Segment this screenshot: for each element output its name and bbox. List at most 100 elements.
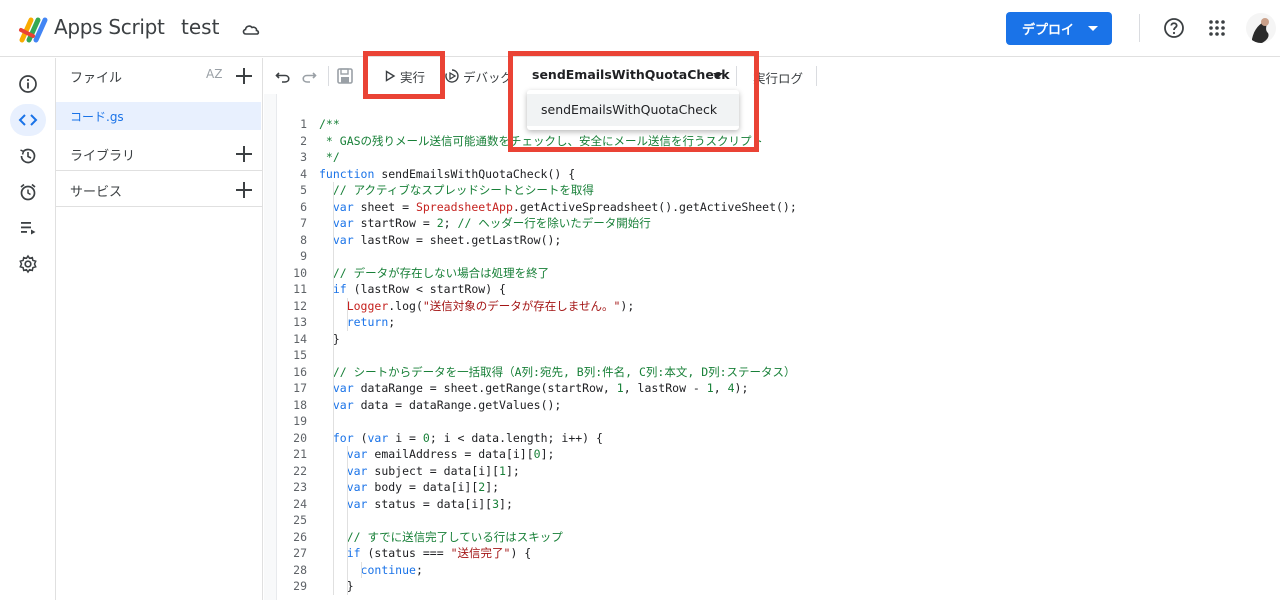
code-line[interactable]: */: [319, 149, 340, 166]
code-line[interactable]: var subject = data[i][1];: [319, 463, 520, 480]
add-service-icon[interactable]: [233, 179, 255, 201]
add-library-icon[interactable]: [233, 143, 255, 165]
line-number: 15: [293, 348, 307, 362]
line-number: 25: [293, 513, 307, 527]
line-number: 9: [300, 249, 307, 263]
function-dropdown-menu: sendEmailsWithQuotaCheck: [527, 90, 739, 130]
line-number: 16: [293, 364, 307, 379]
section-services[interactable]: サービス: [56, 173, 263, 207]
sort-az-icon[interactable]: AZ: [206, 67, 222, 81]
function-selector[interactable]: sendEmailsWithQuotaCheck: [532, 67, 730, 82]
line-number: 6: [300, 199, 307, 214]
list-play-icon: [21, 222, 36, 235]
add-file-icon[interactable]: [233, 65, 255, 87]
line-number: 26: [293, 529, 307, 544]
line-number: 18: [293, 397, 307, 412]
avatar[interactable]: [1246, 13, 1276, 43]
code-line[interactable]: var emailAddress = data[i][0];: [319, 446, 555, 463]
save-icon[interactable]: [336, 67, 354, 85]
line-number: 21: [293, 447, 307, 461]
toolbar-divider: [816, 66, 817, 86]
line-number: 23: [293, 480, 307, 494]
rail-editor[interactable]: [10, 104, 46, 136]
gear-icon: [19, 254, 37, 274]
rail-settings[interactable]: [10, 248, 46, 280]
line-number: 13: [293, 315, 307, 329]
code-line[interactable]: /**: [319, 116, 340, 133]
divider: [1139, 14, 1140, 42]
chevron-down-icon[interactable]: [713, 73, 723, 78]
debug-button[interactable]: デバッグ: [444, 66, 513, 86]
code-icon: [18, 114, 38, 126]
code-line[interactable]: var sheet = SpreadsheetApp.getActiveSpre…: [319, 199, 797, 216]
code-line[interactable]: }: [319, 331, 340, 348]
debug-label: デバッグ: [463, 69, 514, 85]
rail-versions[interactable]: [10, 140, 46, 172]
line-number: 7: [300, 216, 307, 230]
code-area[interactable]: 1 /** 2 * GASの残りメール送信可能通数をチェックし、安全にメール送信を行…: [276, 94, 1280, 600]
debug-icon: [445, 69, 459, 83]
code-line[interactable]: }: [319, 578, 354, 595]
toolbar-divider: [736, 66, 737, 86]
line-number: 8: [300, 232, 307, 247]
code-line[interactable]: continue;: [319, 562, 423, 579]
project-name[interactable]: test: [181, 15, 219, 39]
section-libraries[interactable]: ライブラリ: [56, 137, 263, 171]
line-number: 29: [293, 579, 307, 593]
code-line[interactable]: // アクティブなスプレッドシートとシートを取得: [319, 182, 594, 199]
play-icon: [385, 70, 396, 82]
code-line[interactable]: // すでに送信完了している行はスキップ: [319, 529, 563, 546]
code-line[interactable]: var body = data[i][2];: [319, 479, 499, 496]
line-number: 24: [293, 496, 307, 511]
line-number: 22: [293, 463, 307, 478]
run-button[interactable]: 実行: [384, 66, 425, 86]
code-line[interactable]: // シートからデータを一括取得（A列:宛先, B列:件名, C列:本文, D列…: [319, 364, 796, 381]
left-rail: [0, 58, 56, 600]
function-option[interactable]: sendEmailsWithQuotaCheck: [527, 94, 739, 126]
history-icon: [20, 148, 36, 164]
code-line[interactable]: var status = data[i][3];: [319, 496, 513, 513]
code-line[interactable]: var startRow = 2; // ヘッダー行を除いたデータ開始行: [319, 215, 651, 232]
code-line[interactable]: Logger.log("送信対象のデータが存在しません。");: [319, 298, 635, 315]
rail-triggers[interactable]: [10, 176, 46, 208]
line-number: 12: [293, 298, 307, 313]
code-line[interactable]: for (var i = 0; i < data.length; i++) {: [319, 430, 603, 447]
section-label: ライブラリ: [70, 149, 136, 164]
deploy-label: デプロイ: [1022, 23, 1075, 38]
file-item-code-gs[interactable]: コード.gs: [56, 102, 261, 130]
line-number: 28: [293, 562, 307, 577]
toolbar-divider: [328, 66, 329, 86]
redo-icon[interactable]: [300, 67, 318, 85]
apps-grid-icon[interactable]: [1208, 19, 1226, 37]
info-icon: [19, 75, 37, 93]
line-number: 14: [293, 331, 307, 346]
apps-script-logo[interactable]: [18, 14, 50, 44]
line-number: 1: [300, 117, 307, 131]
help-icon[interactable]: [1163, 17, 1185, 39]
deploy-button[interactable]: デプロイ: [1006, 12, 1112, 45]
chevron-down-icon: [1088, 26, 1098, 31]
code-line[interactable]: var lastRow = sheet.getLastRow();: [319, 232, 562, 249]
line-number: 27: [293, 546, 307, 560]
rail-executions[interactable]: [10, 212, 46, 244]
code-line[interactable]: if (lastRow < startRow) {: [319, 281, 506, 298]
line-number: 2: [300, 133, 307, 148]
code-line[interactable]: * GASの残りメール送信可能通数をチェックし、安全にメール送信を行うスクリプト: [319, 133, 763, 150]
code-line[interactable]: // データが存在しない場合は処理を終了: [319, 265, 549, 282]
code-line[interactable]: var dataRange = sheet.getRange(startRow,…: [319, 380, 749, 397]
rail-overview[interactable]: [10, 68, 46, 100]
section-label: サービス: [70, 185, 123, 200]
line-number: 11: [293, 282, 307, 296]
code-line[interactable]: function sendEmailsWithQuotaCheck() {: [319, 166, 575, 183]
files-header: ファイル AZ: [56, 58, 263, 94]
top-bar: Apps Script test デプロイ: [0, 0, 1280, 57]
execution-log-button[interactable]: 実行ログ: [753, 68, 803, 87]
code-line[interactable]: if (status === "送信完了") {: [319, 545, 532, 562]
indent-guide: [361, 561, 362, 578]
code-editor[interactable]: 1 /** 2 * GASの残りメール送信可能通数をチェックし、安全にメール送信を行…: [264, 94, 1280, 600]
undo-icon[interactable]: [274, 67, 292, 85]
code-line[interactable]: return;: [319, 314, 395, 331]
line-number: 4: [300, 166, 307, 181]
code-line[interactable]: var data = dataRange.getValues();: [319, 397, 562, 414]
line-number: 10: [293, 265, 307, 280]
